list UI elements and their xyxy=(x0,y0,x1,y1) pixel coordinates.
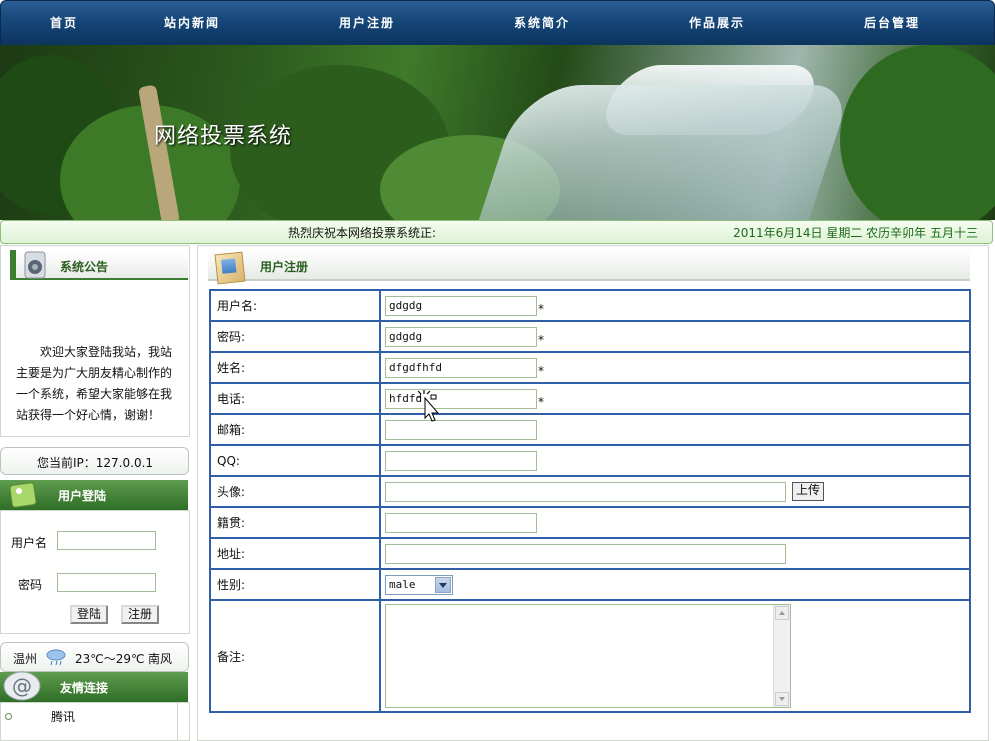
scroll-up-icon[interactable] xyxy=(775,606,789,620)
weather-city: 温州 xyxy=(13,652,38,666)
form-row-address: 地址: xyxy=(209,537,971,570)
scrolling-message: 热烈庆祝本网络投票系统正: xyxy=(288,226,437,240)
current-date: 2011年6月14日 星期二 农历辛卯年 五月十三 xyxy=(733,226,978,240)
nav-works[interactable]: 作品展示 xyxy=(689,14,745,31)
qq-input[interactable] xyxy=(385,450,537,471)
form-row-hometown: 籍贯: xyxy=(209,506,971,539)
phone-input[interactable]: hfdfd xyxy=(385,388,537,409)
site-title: 网络投票系统 xyxy=(154,124,293,149)
login-button[interactable]: 登陆 xyxy=(70,605,108,624)
remark-textarea[interactable] xyxy=(385,604,791,708)
form-row-email: 邮箱: xyxy=(209,413,971,446)
login-username-label: 用户名 xyxy=(11,536,48,550)
register-title: 用户注册 xyxy=(260,260,309,274)
upload-button[interactable]: 上传 xyxy=(792,482,825,501)
form-row-phone: 电话: hfdfd * xyxy=(209,382,971,415)
nav-home[interactable]: 首页 xyxy=(50,14,78,31)
password-label: 密码: xyxy=(209,320,381,353)
login-header: 用户登陆 xyxy=(0,480,188,510)
register-header: 用户注册 xyxy=(208,249,970,281)
qq-label: QQ: xyxy=(209,444,381,477)
links-title: 友情连接 xyxy=(60,681,109,695)
password-input[interactable]: gdgdg xyxy=(385,326,537,347)
phone-label: 电话: xyxy=(209,382,381,415)
hometown-input[interactable] xyxy=(385,512,537,533)
weather-temperature: 23℃～29℃ xyxy=(75,652,145,666)
nav-register[interactable]: 用户注册 xyxy=(339,14,395,31)
gender-selected-value: male xyxy=(389,577,416,591)
notice-header: 系统公告 xyxy=(10,250,188,280)
divider xyxy=(177,703,178,740)
top-navigation: 首页 站内新闻 用户注册 系统简介 作品展示 后台管理 xyxy=(0,0,995,46)
ip-text: 您当前IP：127.0.0.1 xyxy=(37,456,154,470)
nav-about[interactable]: 系统简介 xyxy=(514,14,570,31)
chevron-down-icon[interactable] xyxy=(435,576,451,593)
form-row-gender: 性别: male xyxy=(209,568,971,601)
ip-info: 您当前IP：127.0.0.1 xyxy=(0,447,189,475)
gender-label: 性别: xyxy=(209,568,381,601)
announcement-bar: 热烈庆祝本网络投票系统正: 2011年6月14日 星期二 农历辛卯年 五月十三 xyxy=(0,220,993,244)
friend-link[interactable]: 腾讯 xyxy=(51,708,75,725)
weather-widget: 温州 23℃～29℃ 南风 xyxy=(0,642,189,672)
links-panel: 腾讯 xyxy=(0,702,190,741)
form-row-remark: 备注: xyxy=(209,599,971,713)
weather-wind: 南风 xyxy=(148,652,173,666)
address-label: 地址: xyxy=(209,537,381,570)
scroll-down-icon[interactable] xyxy=(775,692,789,706)
banner-waterfall xyxy=(477,85,853,220)
login-password-input[interactable] xyxy=(57,573,156,592)
realname-label: 姓名: xyxy=(209,351,381,384)
mouse-pointer-icon xyxy=(417,390,440,422)
gender-select[interactable]: male xyxy=(385,574,453,595)
notice-text: 欢迎大家登陆我站，我站主要是为广大朋友精心制作的一个系统，希望大家能够在我站获得… xyxy=(16,345,173,422)
form-row-password: 密码: gdgdg * xyxy=(209,320,971,353)
login-password-label: 密码 xyxy=(18,578,43,592)
bullet-icon xyxy=(5,713,12,720)
avatar-label: 头像: xyxy=(209,475,381,508)
address-input[interactable] xyxy=(385,543,786,564)
photo-icon xyxy=(214,251,246,285)
register-link-button[interactable]: 注册 xyxy=(121,605,159,624)
nav-news[interactable]: 站内新闻 xyxy=(164,14,220,31)
remark-label: 备注: xyxy=(209,599,381,713)
speaker-icon xyxy=(24,251,46,279)
hometown-label: 籍贯: xyxy=(209,506,381,539)
notice-title: 系统公告 xyxy=(60,260,109,274)
username-label: 用户名: xyxy=(209,289,381,322)
login-title: 用户登陆 xyxy=(58,489,107,503)
nav-admin[interactable]: 后台管理 xyxy=(864,14,920,31)
banner-foliage xyxy=(840,45,995,220)
form-row-realname: 姓名: dfgdfhfd * xyxy=(209,351,971,384)
login-panel: 用户名 密码 登陆 注册 xyxy=(0,510,190,634)
at-sign-icon: @ xyxy=(3,671,41,701)
register-form: 用户名: gdgdg * 密码: gdgdg * 姓名: dfgdfhfd * 电话:… xyxy=(209,289,971,713)
login-username-input[interactable] xyxy=(57,531,156,550)
header-banner: 网络投票系统 xyxy=(0,45,995,220)
svg-text:@: @ xyxy=(12,674,32,698)
required-mark: * xyxy=(538,394,544,409)
required-mark: * xyxy=(538,332,544,347)
form-row-avatar: 头像: 上传 xyxy=(209,475,971,508)
form-row-qq: QQ: xyxy=(209,444,971,477)
username-input[interactable]: gdgdg xyxy=(385,295,537,316)
required-mark: * xyxy=(538,363,544,378)
scrollbar[interactable] xyxy=(773,605,790,707)
cloud-rain-icon xyxy=(46,649,66,666)
realname-input[interactable]: dfgdfhfd xyxy=(385,357,537,378)
avatar-path-input[interactable] xyxy=(385,481,786,502)
links-header: @ 友情连接 xyxy=(0,671,188,702)
email-input[interactable] xyxy=(385,419,537,440)
required-mark: * xyxy=(538,301,544,316)
email-label: 邮箱: xyxy=(209,413,381,446)
image-icon xyxy=(9,482,37,508)
form-row-username: 用户名: gdgdg * xyxy=(209,289,971,322)
